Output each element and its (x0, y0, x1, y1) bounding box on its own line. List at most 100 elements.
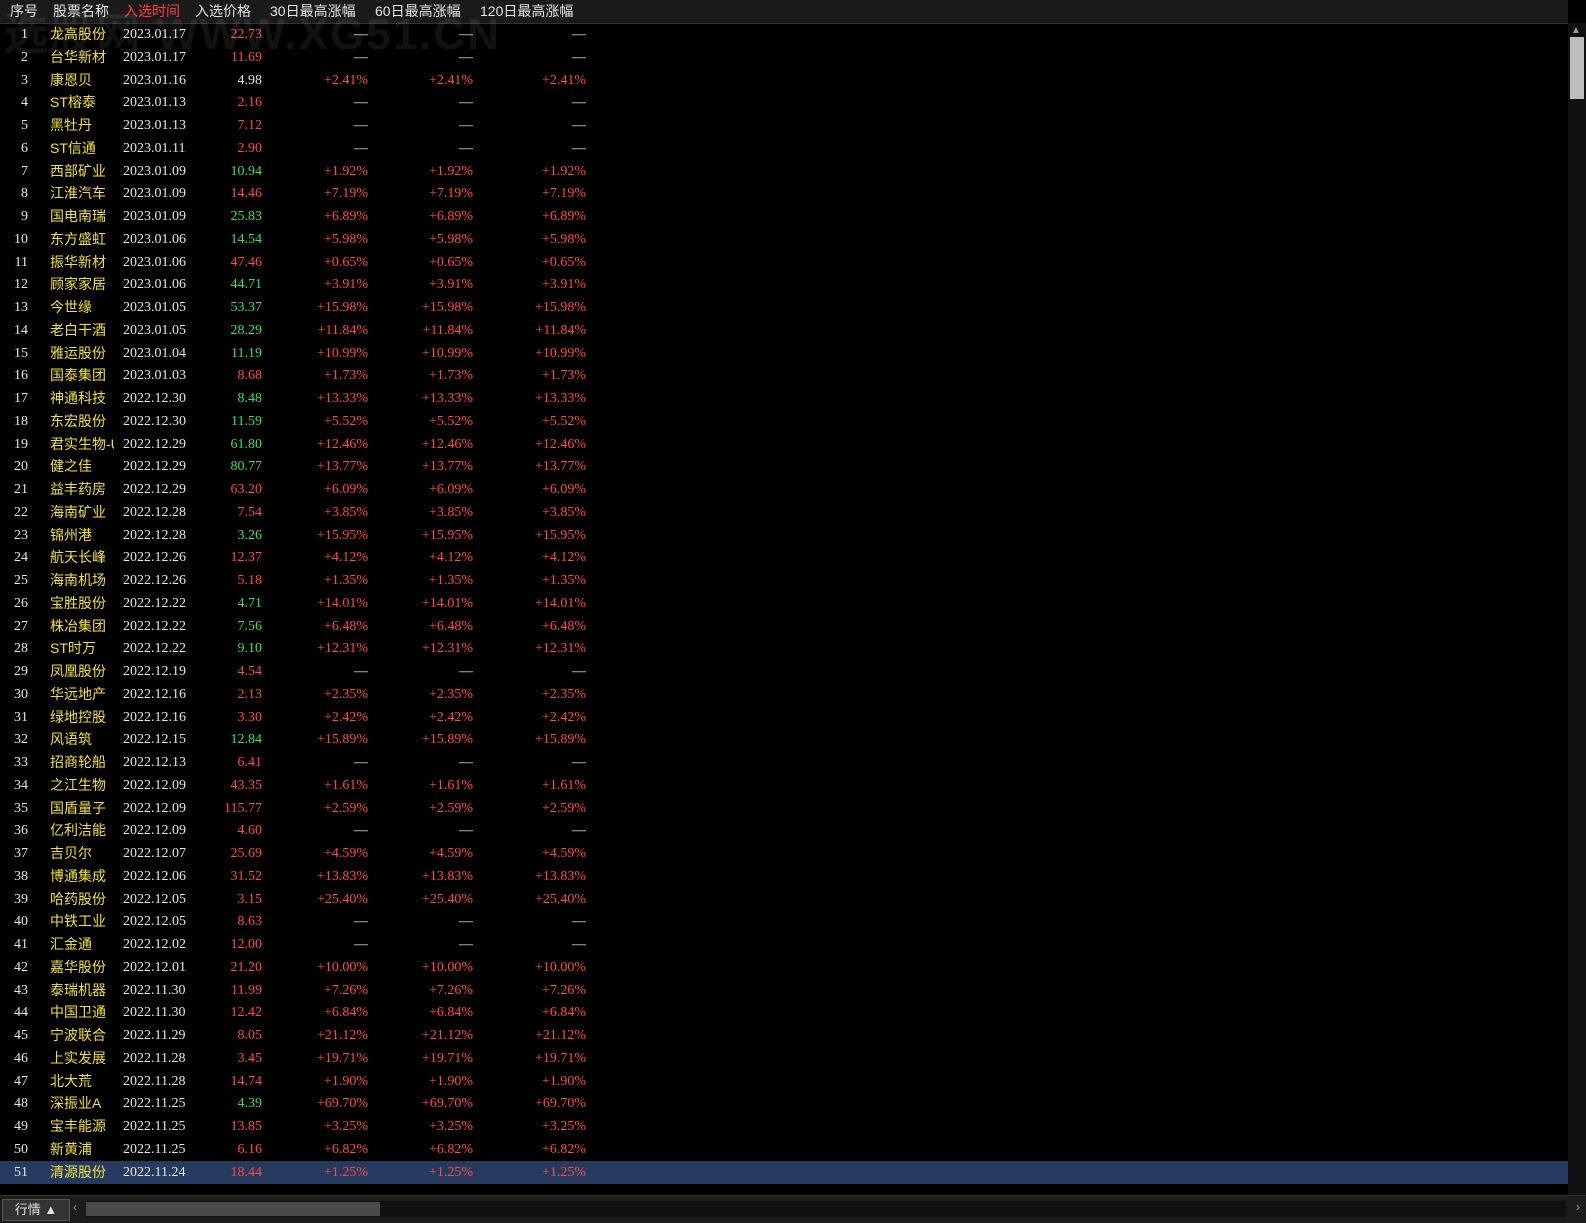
table-row[interactable]: 19 君实生物-U 2022.12.29 61.80 +12.46% +12.46% +12… (0, 433, 1568, 456)
table-row[interactable]: 26 宝胜股份 2022.12.22 4.71 +14.01% +14.01% +14.01… (0, 592, 1568, 615)
select-date: 2022.12.13 (123, 755, 186, 770)
table-row[interactable]: 17 神通科技 2022.12.30 8.48 +13.33% +13.33% +13.33… (0, 387, 1568, 410)
table-row[interactable]: 27 株冶集团 2022.12.22 7.56 +6.48% +6.48% +6.48% (0, 615, 1568, 638)
scroll-left-icon[interactable]: ‹ (73, 1200, 77, 1214)
table-row[interactable]: 44 中国卫通 2022.11.30 12.42 +6.84% +6.84% +6.84% (0, 1001, 1568, 1024)
col-header-gain-120d[interactable]: 120日最高涨幅 (480, 0, 573, 23)
gain-30d: — (354, 140, 368, 156)
col-header-select-time[interactable]: 入选时间 (124, 0, 180, 23)
row-index: 49 (14, 1119, 28, 1134)
table-row[interactable]: 42 嘉华股份 2022.12.01 21.20 +10.00% +10.00% +10.0… (0, 956, 1568, 979)
gain-30d: +1.92% (323, 163, 368, 179)
table-row[interactable]: 25 海南机场 2022.12.26 5.18 +1.35% +1.35% +1.35% (0, 569, 1568, 592)
gain-30d: +3.25% (323, 1119, 368, 1134)
gain-60d: +11.84% (422, 322, 473, 338)
table-row[interactable]: 3 康恩贝 2023.01.16 4.98 +2.41% +2.41% +2.41% (0, 69, 1568, 92)
table-row[interactable]: 13 今世缘 2023.01.05 53.37 +15.98% +15.98% +15.98… (0, 296, 1568, 319)
table-row[interactable]: 33 招商轮船 2022.12.13 6.41 — — — (0, 751, 1568, 774)
table-row[interactable]: 51 清源股份 2022.11.24 18.44 +1.25% +1.25% +1.25% (0, 1160, 1568, 1184)
table-row[interactable]: 50 新黄浦 2022.11.25 6.16 +6.82% +6.82% +6.82% (0, 1138, 1568, 1161)
stock-name: 哈药股份 (50, 890, 106, 907)
table-row[interactable]: 11 振华新材 2023.01.06 47.46 +0.65% +0.65% +0.65% (0, 251, 1568, 274)
stock-name: 嘉华股份 (50, 958, 106, 975)
table-row[interactable]: 37 吉贝尔 2022.12.07 25.69 +4.59% +4.59% +4.59% (0, 842, 1568, 865)
row-index: 3 (21, 72, 28, 88)
gain-120d: — (572, 27, 586, 42)
table-row[interactable]: 29 凤凰股份 2022.12.19 4.54 — — — (0, 660, 1568, 683)
table-row[interactable]: 31 绿地控股 2022.12.16 3.30 +2.42% +2.42% +2.42% (0, 706, 1568, 729)
table-row[interactable]: 46 上实发展 2022.11.28 3.45 +19.71% +19.71% +19.71… (0, 1047, 1568, 1070)
table-row[interactable]: 21 益丰药房 2022.12.29 63.20 +6.09% +6.09% +6.09% (0, 478, 1568, 501)
row-index: 6 (21, 140, 28, 156)
table-row[interactable]: 45 宁波联合 2022.11.29 8.05 +21.12% +21.12% +21.12… (0, 1024, 1568, 1047)
stock-name: 雅运股份 (50, 344, 106, 361)
table-row[interactable]: 18 东宏股份 2022.12.30 11.59 +5.52% +5.52% +5.52% (0, 410, 1568, 433)
gain-60d: — (459, 755, 473, 770)
table-row[interactable]: 38 博通集成 2022.12.06 31.52 +13.83% +13.83% +13.8… (0, 865, 1568, 888)
table-row[interactable]: 39 哈药股份 2022.12.05 3.15 +25.40% +25.40% +25.40… (0, 888, 1568, 911)
stock-name: 益丰药房 (50, 481, 106, 497)
table-row[interactable]: 32 风语筑 2022.12.15 12.84 +15.89% +15.89% +15.89… (0, 728, 1568, 751)
vertical-scrollbar[interactable]: ▲ (1568, 23, 1586, 1195)
table-row[interactable]: 20 健之佳 2022.12.29 80.77 +13.77% +13.77% +13.77… (0, 455, 1568, 478)
gain-60d: +21.12% (421, 1028, 473, 1043)
scroll-right-icon[interactable]: › (1576, 1200, 1580, 1214)
select-date: 2022.12.29 (123, 436, 186, 452)
select-price: 4.98 (237, 72, 263, 88)
table-row[interactable]: 48 深振业A 2022.11.25 4.39 +69.70% +69.70% +69.70… (0, 1092, 1568, 1115)
table-row[interactable]: 36 亿利洁能 2022.12.09 4.60 — — — (0, 819, 1568, 842)
table-row[interactable]: 4 ST榕泰 2023.01.13 2.16 — — — (0, 91, 1568, 114)
row-index: 13 (14, 300, 28, 315)
gain-120d: +1.25% (541, 1164, 586, 1180)
stock-name: 华远地产 (50, 685, 106, 702)
tab-market[interactable]: 行情 ▲ (2, 1199, 70, 1221)
gain-30d: — (354, 95, 368, 111)
gain-120d: +2.35% (541, 686, 586, 702)
table-row[interactable]: 47 北大荒 2022.11.28 14.74 +1.90% +1.90% +1.90% (0, 1070, 1568, 1093)
scroll-up-icon[interactable]: ▲ (1571, 25, 1581, 36)
table-row[interactable]: 30 华远地产 2022.12.16 2.13 +2.35% +2.35% +2.35% (0, 683, 1568, 706)
table-row[interactable]: 6 ST信通 2023.01.11 2.90 — — — (0, 137, 1568, 160)
stock-name: 顾家家居 (50, 276, 106, 293)
col-header-index[interactable]: 序号 (10, 0, 38, 23)
select-price: 9.10 (237, 641, 263, 657)
table-row[interactable]: 10 东方盛虹 2023.01.06 14.54 +5.98% +5.98% +5.98% (0, 228, 1568, 251)
table-row[interactable]: 40 中铁工业 2022.12.05 8.63 — — — (0, 910, 1568, 933)
table-row[interactable]: 28 ST时万 2022.12.22 9.10 +12.31% +12.31% +12.31… (0, 637, 1568, 660)
vertical-scroll-thumb[interactable] (1570, 37, 1584, 99)
table-row[interactable]: 1 龙高股份 2023.01.17 22.73 — — — (0, 23, 1568, 46)
table-row[interactable]: 41 汇金通 2022.12.02 12.00 — — — (0, 933, 1568, 956)
table-row[interactable]: 34 之江生物 2022.12.09 43.35 +1.61% +1.61% +1.61% (0, 774, 1568, 797)
col-header-select-price[interactable]: 入选价格 (195, 0, 251, 23)
select-price: 3.45 (237, 1050, 263, 1066)
gain-60d: +1.25% (428, 1164, 473, 1180)
select-price: 61.80 (230, 436, 263, 452)
col-header-name[interactable]: 股票名称 (53, 0, 109, 23)
table-row[interactable]: 15 雅运股份 2023.01.04 11.19 +10.99% +10.99% +10.9… (0, 342, 1568, 365)
gain-60d: +1.35% (428, 573, 473, 588)
table-row[interactable]: 5 黑牡丹 2023.01.13 7.12 — — — (0, 114, 1568, 137)
gain-30d: +5.52% (323, 413, 368, 429)
gain-120d: — (572, 140, 586, 156)
horizontal-scroll-thumb[interactable] (86, 1202, 380, 1216)
table-row[interactable]: 14 老白干酒 2023.01.05 28.29 +11.84% +11.84% +11.8… (0, 319, 1568, 342)
table-row[interactable]: 49 宝丰能源 2022.11.25 13.85 +3.25% +3.25% +3.25% (0, 1115, 1568, 1138)
table-row[interactable]: 2 台华新材 2023.01.17 11.69 — — — (0, 46, 1568, 69)
table-row[interactable]: 8 江淮汽车 2023.01.09 14.46 +7.19% +7.19% +7.19% (0, 182, 1568, 205)
select-price: 6.41 (237, 755, 263, 770)
gain-120d: +3.85% (541, 504, 586, 520)
select-price: 4.54 (237, 664, 263, 679)
table-row[interactable]: 12 顾家家居 2023.01.06 44.71 +3.91% +3.91% +3.91% (0, 273, 1568, 296)
table-row[interactable]: 43 泰瑞机器 2022.11.30 11.99 +7.26% +7.26% +7.26% (0, 979, 1568, 1002)
table-row[interactable]: 16 国泰集团 2023.01.03 8.68 +1.73% +1.73% +1.73% (0, 364, 1568, 387)
table-row[interactable]: 35 国盾量子 2022.12.09 115.77 +2.59% +2.59% +2.59% (0, 797, 1568, 820)
row-index: 15 (14, 345, 28, 361)
table-row[interactable]: 23 锦州港 2022.12.28 3.26 +15.95% +15.95% +15.95% (0, 524, 1568, 547)
table-row[interactable]: 9 国电南瑞 2023.01.09 25.83 +6.89% +6.89% +6.89% (0, 205, 1568, 228)
table-row[interactable]: 24 航天长峰 2022.12.26 12.37 +4.12% +4.12% +4.12% (0, 546, 1568, 569)
col-header-gain-30d[interactable]: 30日最高涨幅 (270, 0, 356, 23)
col-header-gain-60d[interactable]: 60日最高涨幅 (375, 0, 461, 23)
horizontal-scrollbar[interactable] (86, 1201, 1566, 1217)
table-row[interactable]: 22 海南矿业 2022.12.28 7.54 +3.85% +3.85% +3.85% (0, 501, 1568, 524)
table-row[interactable]: 7 西部矿业 2023.01.09 10.94 +1.92% +1.92% +1.92% (0, 160, 1568, 183)
